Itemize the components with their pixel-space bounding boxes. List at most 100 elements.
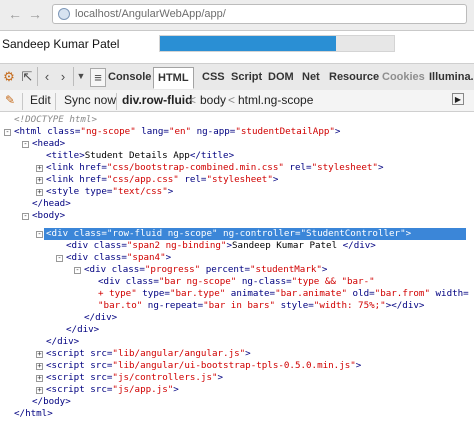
tree-node-token: rel= <box>178 174 207 185</box>
chevron-left-icon[interactable]: ‹ <box>41 68 53 85</box>
tree-node-line[interactable]: <link href="css/app.css" rel="stylesheet… <box>46 174 278 186</box>
tree-node-line[interactable]: <head> <box>32 138 65 150</box>
progress-bar <box>159 35 395 52</box>
tree-node-token: <div <box>66 252 94 263</box>
tree-node-line[interactable]: </div> <box>84 312 117 324</box>
collapse-toggle-icon[interactable]: - <box>4 129 11 136</box>
panel-menu-icon[interactable]: ▶ <box>452 93 464 105</box>
tab-console[interactable]: Console <box>108 68 151 86</box>
tree-node-token: <title> <box>46 150 85 161</box>
sync-now-button[interactable]: Sync now <box>64 93 116 107</box>
tab-resource[interactable]: Resource <box>329 68 379 86</box>
edit-button[interactable]: Edit <box>30 93 51 107</box>
tree-node-token: > <box>167 186 174 197</box>
tab-cookies[interactable]: Cookies <box>382 68 425 86</box>
tree-node-token: </div> <box>66 324 100 335</box>
tree-node-token: "js/controllers.js" <box>112 372 218 383</box>
tree-node-line[interactable]: <div class="row-fluid ng-scope" ng-contr… <box>46 228 411 240</box>
tree-node-line[interactable]: + type" type="bar.type" animate="bar.ani… <box>98 288 469 300</box>
tree-node-line[interactable]: </div> <box>66 324 99 336</box>
tree-node-line[interactable]: <script src="js/controllers.js"> <box>46 372 223 384</box>
tree-node-line[interactable]: </body> <box>32 396 71 408</box>
expand-toggle-icon[interactable]: + <box>36 189 43 196</box>
tree-node-token: rel= <box>283 162 312 173</box>
tree-node-token: "stylesheet" <box>206 174 273 185</box>
tree-node-line[interactable]: <link href="css/bootstrap-combined.min.c… <box>46 162 384 174</box>
breadcrumb: ✎ Edit Sync now div.row-fluid < body < h… <box>0 90 474 112</box>
tree-node-line[interactable]: <html class="ng-scope" lang="en" ng-app=… <box>14 126 340 138</box>
expand-toggle-icon[interactable]: + <box>36 375 43 382</box>
expand-toggle-icon[interactable]: + <box>36 387 43 394</box>
inspect-edit-icon[interactable]: ✎ <box>5 93 15 107</box>
tree-node-token: <div <box>46 228 74 239</box>
tree-node-line[interactable]: <script src="lib/angular/angular.js"> <box>46 348 251 360</box>
address-bar-row: ← → localhost/AngularWebApp/app/ <box>0 0 474 31</box>
tree-node-token: style= <box>275 300 314 311</box>
forward-arrow-icon[interactable]: → <box>26 5 44 23</box>
tree-node-token: ng-app= <box>191 126 236 137</box>
tree-node-token: "bar.type" <box>169 288 226 299</box>
tab-script[interactable]: Script <box>231 68 262 86</box>
tree-node-token: class= <box>93 240 127 251</box>
collapse-toggle-icon[interactable]: - <box>22 213 29 220</box>
url-field[interactable]: localhost/AngularWebApp/app/ <box>52 4 467 24</box>
tab-html[interactable]: HTML <box>153 67 194 89</box>
url-text: localhost/AngularWebApp/app/ <box>75 8 226 20</box>
tree-node-token: percent= <box>200 264 250 275</box>
tree-node-line[interactable]: <style type="text/css"> <box>46 186 173 198</box>
back-arrow-icon[interactable]: ← <box>6 5 24 23</box>
tree-node-line[interactable]: <div class="span2 ng-binding">Sandeep Ku… <box>66 240 376 252</box>
tree-node-line[interactable]: </head> <box>32 198 71 210</box>
expand-toggle-icon[interactable]: + <box>36 177 43 184</box>
tree-node-token: "bar ng-scope" <box>158 276 237 287</box>
tab-dom[interactable]: DOM <box>268 68 294 86</box>
tree-node-token: "text/css" <box>112 186 168 197</box>
tree-node-token: ></div> <box>385 300 425 311</box>
collapse-toggle-icon[interactable]: - <box>36 231 43 238</box>
tree-node-token: href= <box>79 162 107 173</box>
breadcrumb-item-body[interactable]: body <box>200 93 226 107</box>
tree-node-token: src= <box>90 384 113 395</box>
chevron-right-icon[interactable]: › <box>57 68 69 85</box>
tree-node-line[interactable]: <div class="progress" percent="studentMa… <box>84 264 327 276</box>
tree-node-token: class= <box>111 264 145 275</box>
tree-node-line[interactable]: <script src="js/app.js"> <box>46 384 179 396</box>
menu-icon[interactable]: ≡ <box>90 68 106 87</box>
expand-toggle-icon[interactable]: + <box>36 165 43 172</box>
breadcrumb-divider <box>55 93 56 110</box>
tree-node-line[interactable]: "bar.to" ng-repeat="bar in bars" style="… <box>98 300 424 312</box>
tab-css[interactable]: CSS <box>202 68 225 86</box>
tree-node-token: <script <box>46 360 91 371</box>
tree-node-line[interactable]: <div class="bar ng-scope" ng-class="type… <box>98 276 375 288</box>
tree-node-line[interactable]: <div class="span4"> <box>66 252 171 264</box>
expand-toggle-icon[interactable]: + <box>36 351 43 358</box>
tree-node-line[interactable]: </div> <box>46 336 79 348</box>
tree-node-line[interactable]: <body> <box>32 210 65 222</box>
tree-node-token: > <box>321 264 328 275</box>
tab-illumina[interactable]: Illumina... <box>429 68 474 86</box>
tree-node-token: "stylesheet" <box>311 162 378 173</box>
tree-node-token: + type" <box>98 288 137 299</box>
breadcrumb-item-row-fluid[interactable]: div.row-fluid <box>122 93 192 107</box>
expand-toggle-icon[interactable]: + <box>36 363 43 370</box>
tree-node-line[interactable]: <title>Student Details App</title> <box>46 150 234 162</box>
tree-node-token: width= <box>429 288 469 299</box>
inspect-element-icon[interactable]: ⇱ <box>20 68 34 85</box>
tab-net[interactable]: Net <box>302 68 320 86</box>
tree-node-token: class= <box>93 252 127 263</box>
tree-node-token: "row-fluid ng-scope" <box>106 228 218 239</box>
tree-node-token: > <box>334 126 341 137</box>
tree-node-token: <body> <box>32 210 66 221</box>
tree-node-line[interactable]: <script src="lib/angular/ui-bootstrap-tp… <box>46 360 361 372</box>
tree-node-token: > <box>405 228 412 239</box>
collapse-toggle-icon[interactable]: - <box>56 255 63 262</box>
breadcrumb-item-html[interactable]: html.ng-scope <box>238 93 313 107</box>
collapse-toggle-icon[interactable]: - <box>74 267 81 274</box>
tree-node-token: "bar.from" <box>374 288 430 299</box>
tree-node-line[interactable]: </html> <box>14 408 53 420</box>
chevron-down-icon[interactable]: ▼ <box>76 68 86 85</box>
collapse-toggle-icon[interactable]: - <box>22 141 29 148</box>
tree-node-token: "bar.to" <box>98 300 143 311</box>
tree-node-token: <script <box>46 372 91 383</box>
firebug-icon[interactable]: ⚙ <box>2 68 16 85</box>
